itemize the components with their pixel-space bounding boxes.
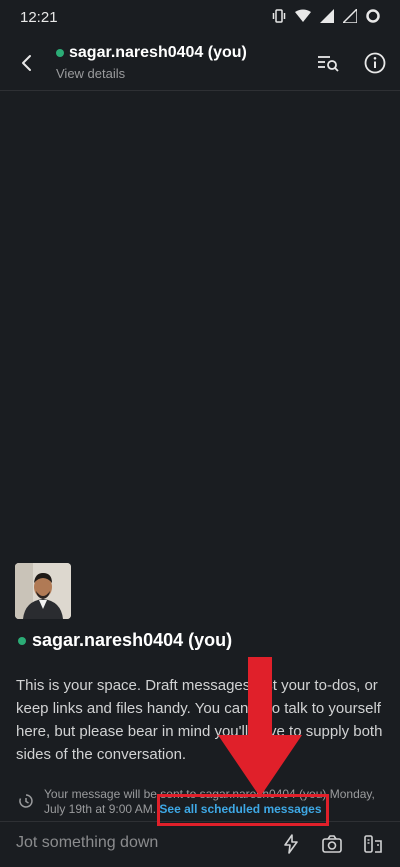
channel-header: sagar.naresh0404 (you) View details bbox=[0, 34, 400, 91]
lightning-icon bbox=[284, 834, 298, 854]
back-button[interactable] bbox=[14, 50, 40, 76]
clock-icon bbox=[19, 794, 33, 808]
presence-dot bbox=[18, 636, 26, 645]
attachment-button[interactable] bbox=[362, 833, 384, 855]
profile-name-row: sagar.naresh0404 (you) bbox=[18, 630, 232, 651]
back-arrow-icon bbox=[22, 55, 31, 71]
info-button[interactable] bbox=[363, 51, 387, 75]
circle-icon bbox=[366, 9, 380, 23]
wifi-icon bbox=[295, 9, 311, 22]
camera-button[interactable] bbox=[321, 833, 343, 855]
attachment-icon bbox=[364, 835, 382, 853]
status-time: 12:21 bbox=[20, 9, 58, 26]
annotation-highlight-box bbox=[157, 794, 329, 826]
message-composer bbox=[0, 821, 400, 867]
shortcuts-button[interactable] bbox=[280, 833, 302, 855]
header-title: sagar.naresh0404 (you) bbox=[69, 44, 247, 61]
signal-icon bbox=[320, 9, 334, 23]
vibrate-icon bbox=[272, 9, 286, 23]
camera-icon bbox=[322, 835, 342, 853]
status-bar: 12:21 bbox=[0, 0, 400, 34]
annotation-arrow bbox=[218, 657, 302, 797]
search-messages-icon bbox=[318, 56, 339, 72]
header-title-group[interactable]: sagar.naresh0404 (you) View details bbox=[56, 44, 247, 81]
message-input[interactable] bbox=[16, 834, 256, 852]
info-icon bbox=[364, 52, 386, 74]
profile-name: sagar.naresh0404 (you) bbox=[32, 630, 233, 650]
view-details-link[interactable]: View details bbox=[56, 66, 247, 81]
search-messages-button[interactable] bbox=[316, 51, 340, 75]
status-icons bbox=[272, 9, 380, 23]
signal-icon bbox=[343, 9, 357, 23]
avatar-photo bbox=[15, 563, 71, 619]
presence-dot bbox=[56, 49, 64, 57]
avatar[interactable] bbox=[15, 563, 71, 619]
intro-text: This is your space. Draft messages, list… bbox=[16, 677, 383, 763]
